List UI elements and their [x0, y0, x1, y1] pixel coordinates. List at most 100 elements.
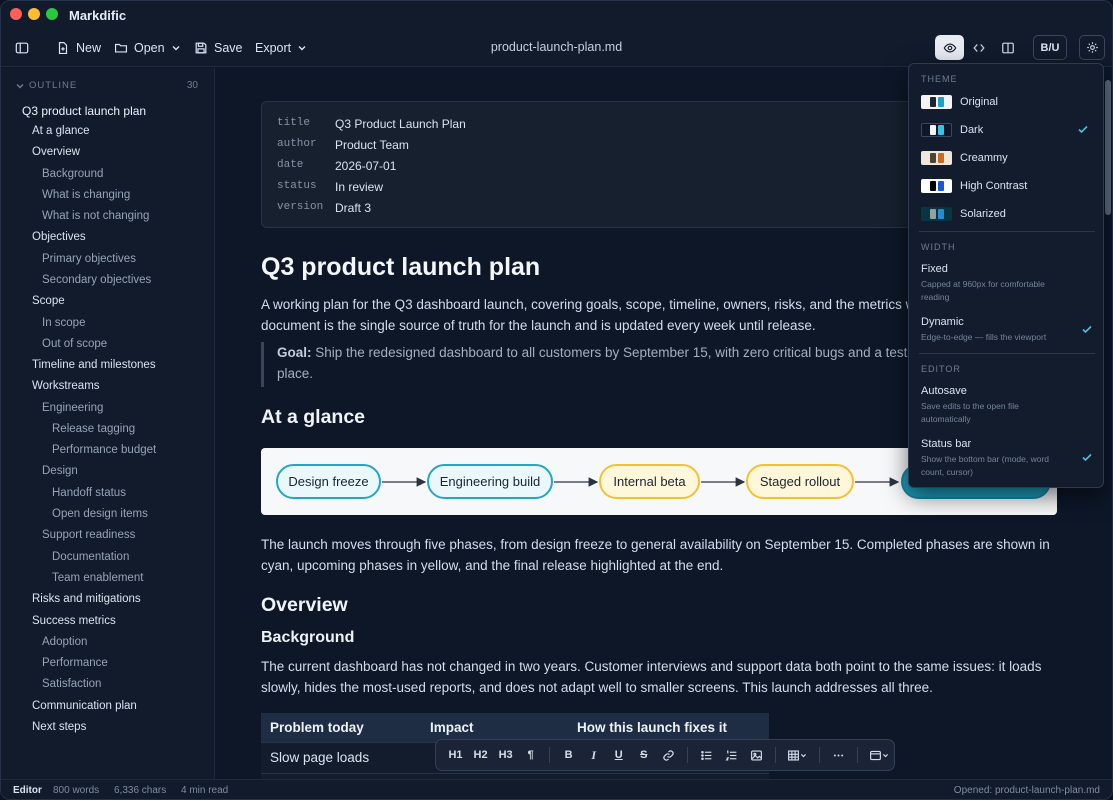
table-button[interactable]: [782, 742, 812, 768]
outline-item[interactable]: At a glance: [32, 125, 90, 137]
outline-item[interactable]: Documentation: [52, 551, 129, 563]
zoom-window-button[interactable]: [46, 8, 58, 20]
theme-option-dark[interactable]: Dark: [921, 120, 1097, 140]
outline-item[interactable]: Design: [42, 465, 78, 477]
theme-label: High Contrast: [960, 180, 1028, 192]
outline-item[interactable]: Communication plan: [32, 700, 137, 712]
theme-option-original[interactable]: Original: [921, 92, 1097, 112]
outline-count: 30: [186, 80, 198, 91]
document-heading-1: Q3 product launch plan: [261, 253, 541, 281]
format-toolbar-toggle[interactable]: B/U: [1033, 35, 1067, 60]
outline-item[interactable]: Release tagging: [52, 423, 135, 435]
phase-node: Internal beta: [599, 464, 700, 499]
minimize-window-button[interactable]: [28, 8, 40, 20]
outline-item[interactable]: Engineering: [42, 402, 103, 414]
outline-item[interactable]: Overview: [32, 146, 80, 158]
heading-2-button[interactable]: H2: [468, 742, 493, 768]
settings-menu: THEME Original Dark Creammy High Contras…: [908, 63, 1104, 488]
outline-item[interactable]: Performance budget: [52, 444, 156, 456]
numbered-list-icon: [725, 749, 737, 761]
outline-item[interactable]: Success metrics: [32, 615, 116, 627]
frontmatter-value: Product Team: [335, 138, 409, 152]
eye-icon: [943, 42, 956, 53]
opened-file-status: Opened: product-launch-plan.md: [953, 785, 1100, 796]
option-title: Dynamic: [921, 316, 964, 328]
outline-item[interactable]: Adoption: [42, 636, 87, 648]
chevron-down-icon: [882, 753, 888, 757]
heading-1-button[interactable]: H1: [443, 742, 468, 768]
toggle-sidebar-button[interactable]: [15, 37, 29, 59]
theme-option-creammy[interactable]: Creammy: [921, 148, 1097, 168]
heading-background: Background: [261, 629, 355, 646]
image-button[interactable]: [744, 742, 769, 768]
outline-item[interactable]: Handoff status: [52, 487, 126, 499]
outline-item[interactable]: Workstreams: [32, 380, 100, 392]
link-button[interactable]: [656, 742, 681, 768]
theme-label: Solarized: [960, 208, 1006, 220]
export-button[interactable]: Export: [255, 37, 307, 59]
outline-item[interactable]: Satisfaction: [42, 678, 101, 690]
heading-overview: Overview: [261, 594, 348, 616]
outline-item[interactable]: Secondary objectives: [42, 274, 151, 286]
strikethrough-button[interactable]: S: [631, 742, 656, 768]
option-title: Autosave: [921, 385, 967, 397]
outline-item[interactable]: Scope: [32, 295, 65, 307]
italic-button[interactable]: I: [581, 742, 606, 768]
more-button[interactable]: [826, 742, 851, 768]
outline-item[interactable]: Primary objectives: [42, 253, 136, 265]
close-window-button[interactable]: [10, 8, 22, 20]
title-bar: Markdific: [1, 1, 1112, 29]
preview-mode-button[interactable]: [935, 35, 964, 60]
split-mode-button[interactable]: [993, 35, 1022, 60]
table-cell[interactable]: Slow page loads: [261, 741, 421, 773]
source-mode-button[interactable]: [964, 35, 993, 60]
outline-item[interactable]: Out of scope: [42, 338, 107, 350]
theme-swatch: [921, 151, 952, 165]
theme-swatch: [921, 95, 952, 109]
outline-item[interactable]: Open design items: [52, 508, 148, 520]
settings-button[interactable]: [1079, 35, 1105, 60]
outline-item[interactable]: Support readiness: [42, 529, 135, 541]
outline-item[interactable]: In scope: [42, 317, 85, 329]
open-button[interactable]: Open: [114, 37, 181, 59]
numbered-list-button[interactable]: [719, 742, 744, 768]
underline-button[interactable]: U: [606, 742, 631, 768]
heading-at-a-glance: At a glance: [261, 406, 366, 428]
scrollbar-thumb[interactable]: [1105, 80, 1111, 215]
new-button[interactable]: New: [56, 37, 101, 59]
outline-item[interactable]: Q3 product launch plan: [22, 104, 146, 118]
block-icon: [869, 750, 881, 760]
toolbar: New Open Save Export product-launch-plan…: [1, 29, 1112, 67]
bold-button[interactable]: B: [556, 742, 581, 768]
theme-option-solarized[interactable]: Solarized: [921, 204, 1097, 224]
outline-item[interactable]: Performance: [42, 657, 108, 669]
outline-header[interactable]: OUTLINE 30: [15, 80, 198, 91]
outline-item[interactable]: Next steps: [32, 721, 86, 733]
char-count: 6,336 chars: [114, 785, 167, 796]
outline-item[interactable]: What is not changing: [42, 210, 149, 222]
paragraph-button[interactable]: ¶: [518, 742, 543, 768]
more-icon: [833, 754, 843, 756]
option-description: Capped at 960px for comfortable reading: [921, 279, 1045, 302]
option-title: Status bar: [921, 438, 972, 450]
theme-label: Creammy: [960, 152, 1008, 164]
outline-item[interactable]: Objectives: [32, 231, 86, 243]
outline-item[interactable]: Team enablement: [52, 572, 143, 584]
outline-item[interactable]: Timeline and milestones: [32, 359, 156, 371]
outline-item[interactable]: Background: [42, 168, 103, 180]
save-button[interactable]: Save: [194, 37, 243, 59]
outline-item[interactable]: Risks and mitigations: [32, 593, 141, 605]
background-line-2: slowly, hides the most-used reports, and…: [261, 680, 933, 695]
table-header-row: Problem today Impact How this launch fix…: [261, 713, 769, 742]
frontmatter-value: 2026-07-01: [335, 159, 397, 173]
outline-title: OUTLINE: [29, 80, 78, 91]
menu-divider: [919, 231, 1095, 232]
bullet-list-button[interactable]: [694, 742, 719, 768]
block-type-button[interactable]: [863, 742, 893, 768]
theme-option-high-contrast[interactable]: High Contrast: [921, 176, 1097, 196]
frontmatter-value: Draft 3: [335, 201, 372, 215]
divider: [856, 747, 858, 763]
outline-item[interactable]: What is changing: [42, 189, 130, 201]
bullet-list-icon: [701, 750, 712, 760]
heading-3-button[interactable]: H3: [493, 742, 518, 768]
